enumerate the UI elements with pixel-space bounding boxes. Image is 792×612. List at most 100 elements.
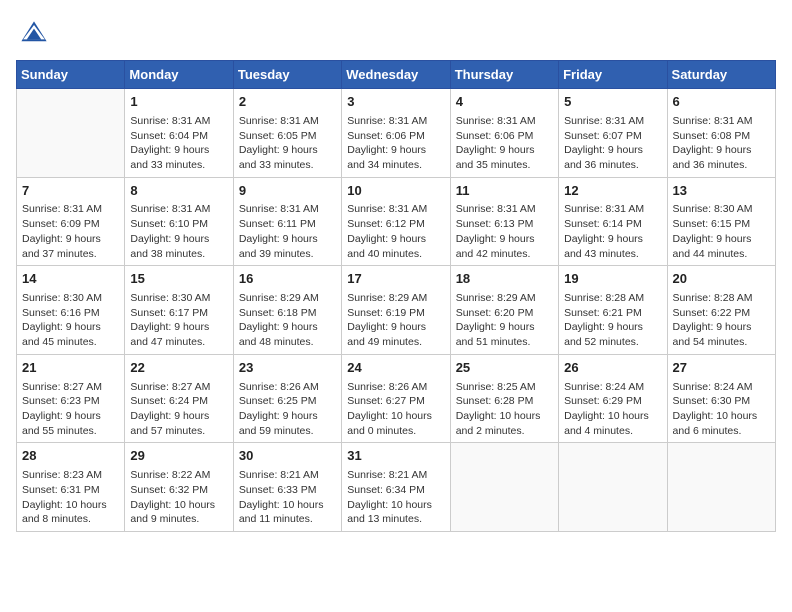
day-number: 28	[22, 447, 119, 466]
day-number: 30	[239, 447, 336, 466]
calendar-table: SundayMondayTuesdayWednesdayThursdayFrid…	[16, 60, 776, 532]
day-number: 8	[130, 182, 227, 201]
day-number: 29	[130, 447, 227, 466]
day-info: Sunrise: 8:22 AMSunset: 6:32 PMDaylight:…	[130, 468, 227, 527]
calendar-day-cell	[667, 443, 775, 532]
day-info: Sunrise: 8:31 AMSunset: 6:12 PMDaylight:…	[347, 202, 444, 261]
day-info: Sunrise: 8:31 AMSunset: 6:06 PMDaylight:…	[456, 114, 553, 173]
day-number: 16	[239, 270, 336, 289]
calendar-day-cell: 5 Sunrise: 8:31 AMSunset: 6:07 PMDaylight…	[559, 89, 667, 178]
day-info: Sunrise: 8:26 AMSunset: 6:27 PMDaylight:…	[347, 380, 444, 439]
day-number: 25	[456, 359, 553, 378]
calendar-day-cell: 21 Sunrise: 8:27 AMSunset: 6:23 PMDayligh…	[17, 354, 125, 443]
calendar-week-row: 1 Sunrise: 8:31 AMSunset: 6:04 PMDaylight…	[17, 89, 776, 178]
day-info: Sunrise: 8:31 AMSunset: 6:11 PMDaylight:…	[239, 202, 336, 261]
calendar-day-cell: 25 Sunrise: 8:25 AMSunset: 6:28 PMDayligh…	[450, 354, 558, 443]
day-info: Sunrise: 8:31 AMSunset: 6:13 PMDaylight:…	[456, 202, 553, 261]
day-info: Sunrise: 8:31 AMSunset: 6:14 PMDaylight:…	[564, 202, 661, 261]
day-number: 27	[673, 359, 770, 378]
day-number: 15	[130, 270, 227, 289]
day-info: Sunrise: 8:30 AMSunset: 6:15 PMDaylight:…	[673, 202, 770, 261]
day-info: Sunrise: 8:28 AMSunset: 6:22 PMDaylight:…	[673, 291, 770, 350]
day-info: Sunrise: 8:25 AMSunset: 6:28 PMDaylight:…	[456, 380, 553, 439]
calendar-day-cell: 11Sunrise: 8:31 AMSunset: 6:13 PMDayligh…	[450, 177, 558, 266]
day-info: Sunrise: 8:23 AMSunset: 6:31 PMDaylight:…	[22, 468, 119, 527]
day-info: Sunrise: 8:21 AMSunset: 6:33 PMDaylight:…	[239, 468, 336, 527]
calendar-day-cell: 24 Sunrise: 8:26 AMSunset: 6:27 PMDayligh…	[342, 354, 450, 443]
day-info: Sunrise: 8:27 AMSunset: 6:24 PMDaylight:…	[130, 380, 227, 439]
day-of-week-header: Wednesday	[342, 61, 450, 89]
day-info: Sunrise: 8:30 AMSunset: 6:16 PMDaylight:…	[22, 291, 119, 350]
day-number: 22	[130, 359, 227, 378]
calendar-day-cell: 19Sunrise: 8:28 AMSunset: 6:21 PMDayligh…	[559, 266, 667, 355]
day-number: 11	[456, 182, 553, 201]
day-number: 7	[22, 182, 119, 201]
day-info: Sunrise: 8:31 AMSunset: 6:07 PMDaylight:…	[564, 114, 661, 173]
day-number: 4	[456, 93, 553, 112]
day-number: 24	[347, 359, 444, 378]
day-number: 20	[673, 270, 770, 289]
day-number: 1	[130, 93, 227, 112]
calendar-day-cell: 1 Sunrise: 8:31 AMSunset: 6:04 PMDaylight…	[125, 89, 233, 178]
day-of-week-header: Friday	[559, 61, 667, 89]
day-number: 13	[673, 182, 770, 201]
calendar-day-cell: 31 Sunrise: 8:21 AMSunset: 6:34 PMDayligh…	[342, 443, 450, 532]
day-info: Sunrise: 8:24 AMSunset: 6:30 PMDaylight:…	[673, 380, 770, 439]
day-number: 17	[347, 270, 444, 289]
calendar-day-cell: 7Sunrise: 8:31 AMSunset: 6:09 PMDaylight…	[17, 177, 125, 266]
day-info: Sunrise: 8:30 AMSunset: 6:17 PMDaylight:…	[130, 291, 227, 350]
day-info: Sunrise: 8:24 AMSunset: 6:29 PMDaylight:…	[564, 380, 661, 439]
day-info: Sunrise: 8:29 AMSunset: 6:19 PMDaylight:…	[347, 291, 444, 350]
day-info: Sunrise: 8:29 AMSunset: 6:18 PMDaylight:…	[239, 291, 336, 350]
calendar-day-cell: 29 Sunrise: 8:22 AMSunset: 6:32 PMDayligh…	[125, 443, 233, 532]
day-info: Sunrise: 8:27 AMSunset: 6:23 PMDaylight:…	[22, 380, 119, 439]
calendar-day-cell	[450, 443, 558, 532]
calendar-day-cell: 14Sunrise: 8:30 AMSunset: 6:16 PMDayligh…	[17, 266, 125, 355]
day-info: Sunrise: 8:21 AMSunset: 6:34 PMDaylight:…	[347, 468, 444, 527]
day-info: Sunrise: 8:31 AMSunset: 6:04 PMDaylight:…	[130, 114, 227, 173]
day-of-week-header: Tuesday	[233, 61, 341, 89]
page-header	[16, 16, 776, 52]
day-number: 26	[564, 359, 661, 378]
calendar-day-cell: 30 Sunrise: 8:21 AMSunset: 6:33 PMDayligh…	[233, 443, 341, 532]
day-number: 3	[347, 93, 444, 112]
calendar-day-cell: 9Sunrise: 8:31 AMSunset: 6:11 PMDaylight…	[233, 177, 341, 266]
calendar-day-cell: 23 Sunrise: 8:26 AMSunset: 6:25 PMDayligh…	[233, 354, 341, 443]
calendar-day-cell: 27 Sunrise: 8:24 AMSunset: 6:30 PMDayligh…	[667, 354, 775, 443]
day-number: 21	[22, 359, 119, 378]
day-number: 18	[456, 270, 553, 289]
calendar-day-cell: 6Sunrise: 8:31 AMSunset: 6:08 PMDaylight…	[667, 89, 775, 178]
day-of-week-header: Sunday	[17, 61, 125, 89]
day-number: 12	[564, 182, 661, 201]
calendar-day-cell: 17 Sunrise: 8:29 AMSunset: 6:19 PMDayligh…	[342, 266, 450, 355]
day-number: 6	[673, 93, 770, 112]
calendar-day-cell	[559, 443, 667, 532]
day-info: Sunrise: 8:31 AMSunset: 6:05 PMDaylight:…	[239, 114, 336, 173]
calendar-day-cell: 20 Sunrise: 8:28 AMSunset: 6:22 PMDayligh…	[667, 266, 775, 355]
calendar-day-cell: 18 Sunrise: 8:29 AMSunset: 6:20 PMDayligh…	[450, 266, 558, 355]
calendar-day-cell: 10Sunrise: 8:31 AMSunset: 6:12 PMDayligh…	[342, 177, 450, 266]
calendar-week-row: 21 Sunrise: 8:27 AMSunset: 6:23 PMDayligh…	[17, 354, 776, 443]
calendar-header-row: SundayMondayTuesdayWednesdayThursdayFrid…	[17, 61, 776, 89]
calendar-week-row: 28 Sunrise: 8:23 AMSunset: 6:31 PMDayligh…	[17, 443, 776, 532]
day-info: Sunrise: 8:31 AMSunset: 6:10 PMDaylight:…	[130, 202, 227, 261]
day-info: Sunrise: 8:29 AMSunset: 6:20 PMDaylight:…	[456, 291, 553, 350]
day-of-week-header: Thursday	[450, 61, 558, 89]
calendar-day-cell: 3 Sunrise: 8:31 AMSunset: 6:06 PMDaylight…	[342, 89, 450, 178]
calendar-day-cell: 13Sunrise: 8:30 AMSunset: 6:15 PMDayligh…	[667, 177, 775, 266]
day-info: Sunrise: 8:31 AMSunset: 6:06 PMDaylight:…	[347, 114, 444, 173]
day-number: 23	[239, 359, 336, 378]
logo-icon	[16, 16, 52, 52]
calendar-week-row: 7Sunrise: 8:31 AMSunset: 6:09 PMDaylight…	[17, 177, 776, 266]
calendar-day-cell: 8Sunrise: 8:31 AMSunset: 6:10 PMDaylight…	[125, 177, 233, 266]
day-number: 5	[564, 93, 661, 112]
day-info: Sunrise: 8:31 AMSunset: 6:09 PMDaylight:…	[22, 202, 119, 261]
logo	[16, 16, 56, 52]
day-number: 2	[239, 93, 336, 112]
day-number: 10	[347, 182, 444, 201]
calendar-day-cell	[17, 89, 125, 178]
calendar-day-cell: 15 Sunrise: 8:30 AMSunset: 6:17 PMDayligh…	[125, 266, 233, 355]
day-info: Sunrise: 8:26 AMSunset: 6:25 PMDaylight:…	[239, 380, 336, 439]
day-number: 19	[564, 270, 661, 289]
day-number: 31	[347, 447, 444, 466]
